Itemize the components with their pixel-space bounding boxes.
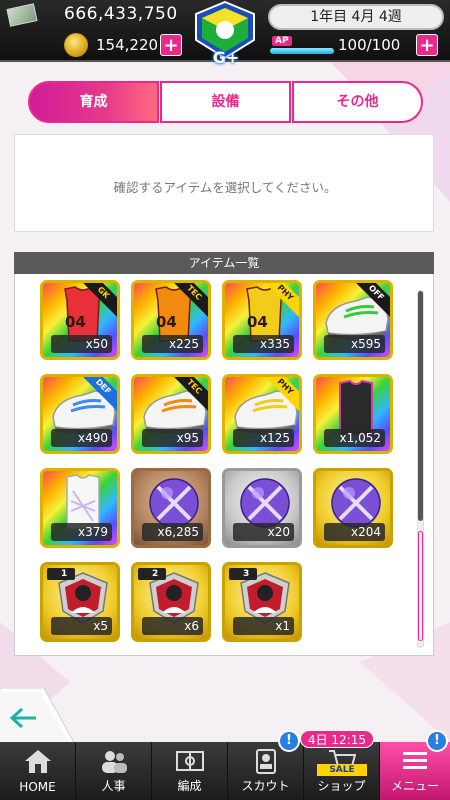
item-slot-ball-bronze[interactable]: x6,285 <box>131 468 211 548</box>
select-item-prompt: 確認するアイテムを選択してください。 <box>113 180 337 195</box>
item-slot-vest-black[interactable]: x1,052 <box>313 374 393 454</box>
item-count: x5 <box>51 617 112 635</box>
item-list-scrollbar[interactable] <box>417 290 424 648</box>
tab-facilities[interactable]: 設備 <box>160 81 291 123</box>
item-count: x379 <box>51 523 112 541</box>
item-count: x595 <box>324 335 385 353</box>
jersey-number: 04 <box>247 313 268 331</box>
tab-other[interactable]: その他 <box>292 81 423 123</box>
coin-amount: 154,220 <box>96 36 159 54</box>
item-slot-ball-silver[interactable]: x20 <box>222 468 302 548</box>
add-ap-button[interactable]: + <box>416 34 438 56</box>
ap-label: AP <box>272 36 292 46</box>
item-slot-boots-orange[interactable]: TEC x95 <box>131 374 211 454</box>
item-slot-trainer-2[interactable]: 2 x6 <box>131 562 211 642</box>
nav-menu-label: メニュー <box>390 779 439 793</box>
item-count: x125 <box>233 429 294 447</box>
people-icon <box>102 751 127 773</box>
coin-icon <box>64 33 88 57</box>
item-slot-trainer-1[interactable]: 1 x5 <box>40 562 120 642</box>
item-count: x20 <box>233 523 294 541</box>
back-arrow-icon[interactable] <box>0 688 76 746</box>
jersey-number: 04 <box>65 313 86 331</box>
jersey-number: 04 <box>156 313 177 331</box>
ap-value: 100/100 <box>338 36 401 54</box>
nav-formation[interactable]: 編成 <box>152 742 228 800</box>
sale-timer: 4日 12:15 <box>300 730 374 748</box>
notification-badge-menu: ! <box>426 730 448 752</box>
grade-tag: 1 <box>47 568 75 580</box>
money-icon <box>6 3 38 27</box>
nav-home-label: HOME <box>19 780 56 794</box>
nav-home[interactable]: HOME <box>0 742 76 800</box>
scout-icon <box>256 749 276 774</box>
item-count: x204 <box>324 523 385 541</box>
category-tabs: 育成 設備 その他 <box>28 81 424 123</box>
tab-training[interactable]: 育成 <box>28 81 159 123</box>
item-count: x50 <box>51 335 112 353</box>
item-slot-boots-green[interactable]: OFF x595 <box>313 280 393 360</box>
item-count: x6,285 <box>142 523 203 541</box>
item-slot-jersey-yellow[interactable]: 04 PHY x335 <box>222 280 302 360</box>
field-icon <box>176 751 204 771</box>
item-slot-boots-blue[interactable]: DEF x490 <box>40 374 120 454</box>
money-amount: 666,433,750 <box>64 4 178 24</box>
nav-shop[interactable]: SALE ショップ <box>304 742 380 800</box>
season-date: 1年目 4月 4週 <box>268 4 444 30</box>
home-icon <box>25 750 51 773</box>
item-list-title: アイテム一覧 <box>14 252 434 274</box>
bottom-navigation: HOME 人事 編成 スカウト SALE ショップ メニュー <box>0 742 450 800</box>
item-count: x6 <box>142 617 203 635</box>
item-count: x490 <box>51 429 112 447</box>
nav-personnel-label: 人事 <box>101 779 126 793</box>
status-header: 666,433,750 154,220 + G+ 1年目 4月 4週 AP 10… <box>0 0 450 67</box>
grade-tag: 3 <box>229 568 257 580</box>
nav-shop-label: ショップ <box>317 779 366 793</box>
item-slot-vest-white[interactable]: x379 <box>40 468 120 548</box>
sale-badge: SALE <box>317 764 367 776</box>
grade-tag: 2 <box>138 568 166 580</box>
item-slot-jersey-red[interactable]: 04 GK x50 <box>40 280 120 360</box>
item-count: x335 <box>233 335 294 353</box>
item-slot-jersey-orange[interactable]: 04 TEC x225 <box>131 280 211 360</box>
add-coins-button[interactable]: + <box>160 34 182 56</box>
ap-gauge <box>270 48 334 54</box>
nav-formation-label: 編成 <box>177 779 202 793</box>
notification-badge-scout: ! <box>278 730 300 752</box>
item-count: x225 <box>142 335 203 353</box>
item-slot-ball-gold[interactable]: x204 <box>313 468 393 548</box>
scroll-thumb[interactable] <box>418 291 423 521</box>
menu-icon <box>403 752 427 769</box>
club-rank-label: G+ <box>212 48 240 67</box>
item-slot-boots-yellow[interactable]: PHY x125 <box>222 374 302 454</box>
item-count: x95 <box>142 429 203 447</box>
item-slot-trainer-3[interactable]: 3 x1 <box>222 562 302 642</box>
scroll-track-lower <box>418 531 423 641</box>
item-detail-box: 確認するアイテムを選択してください。 <box>14 134 434 232</box>
nav-personnel[interactable]: 人事 <box>76 742 152 800</box>
nav-scout-label: スカウト <box>241 779 290 793</box>
item-count: x1 <box>233 617 294 635</box>
item-count: x1,052 <box>324 429 385 447</box>
